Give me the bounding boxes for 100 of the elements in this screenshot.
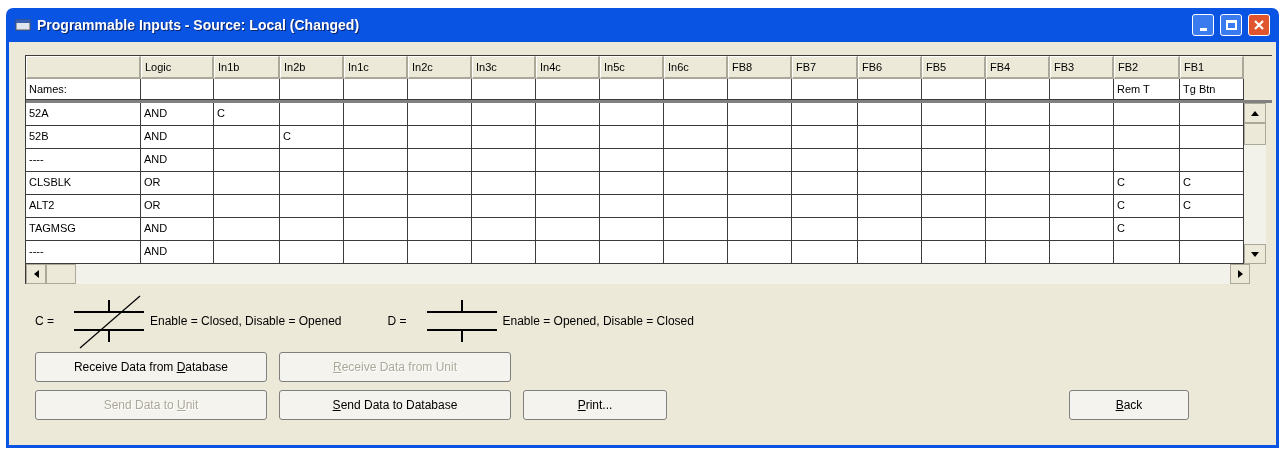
row-name[interactable]: ALT2 bbox=[26, 195, 141, 218]
table-cell[interactable] bbox=[280, 149, 344, 172]
table-cell[interactable] bbox=[344, 103, 408, 126]
table-cell[interactable] bbox=[600, 218, 664, 241]
table-cell[interactable] bbox=[858, 241, 922, 264]
table-cell[interactable] bbox=[792, 79, 858, 100]
table-cell[interactable]: AND bbox=[141, 241, 214, 264]
table-cell[interactable] bbox=[922, 79, 986, 100]
table-cell[interactable]: C bbox=[1180, 195, 1244, 218]
row-name[interactable]: ---- bbox=[26, 241, 141, 264]
table-cell[interactable] bbox=[536, 149, 600, 172]
table-cell[interactable] bbox=[858, 218, 922, 241]
table-cell[interactable] bbox=[728, 218, 792, 241]
row-name[interactable]: 52A bbox=[26, 103, 141, 126]
table-cell[interactable] bbox=[536, 241, 600, 264]
scroll-thumb[interactable] bbox=[46, 264, 76, 284]
table-cell[interactable] bbox=[600, 103, 664, 126]
table-cell[interactable] bbox=[280, 172, 344, 195]
table-cell[interactable] bbox=[1180, 218, 1244, 241]
table-cell[interactable] bbox=[536, 195, 600, 218]
table-cell[interactable] bbox=[600, 79, 664, 100]
table-cell[interactable] bbox=[408, 126, 472, 149]
table-cell[interactable] bbox=[408, 218, 472, 241]
table-cell[interactable] bbox=[344, 241, 408, 264]
table-cell[interactable] bbox=[1114, 241, 1180, 264]
row-label[interactable]: Names: bbox=[26, 79, 141, 100]
table-cell[interactable] bbox=[472, 172, 536, 195]
command-button[interactable]: Back bbox=[1069, 390, 1189, 420]
table-cell[interactable] bbox=[728, 79, 792, 100]
command-button[interactable]: Send Data to Database bbox=[279, 390, 511, 420]
table-cell[interactable] bbox=[600, 149, 664, 172]
table-cell[interactable]: AND bbox=[141, 103, 214, 126]
table-cell[interactable] bbox=[472, 218, 536, 241]
table-cell[interactable] bbox=[280, 241, 344, 264]
table-cell[interactable] bbox=[408, 195, 472, 218]
table-cell[interactable]: C bbox=[280, 126, 344, 149]
table-cell[interactable] bbox=[344, 149, 408, 172]
table-cell[interactable] bbox=[922, 218, 986, 241]
table-cell[interactable] bbox=[214, 149, 280, 172]
table-cell[interactable] bbox=[792, 172, 858, 195]
table-cell[interactable] bbox=[1050, 218, 1114, 241]
table-cell[interactable] bbox=[1180, 126, 1244, 149]
table-cell[interactable] bbox=[1114, 149, 1180, 172]
table-cell[interactable] bbox=[472, 126, 536, 149]
table-cell[interactable]: C bbox=[1114, 218, 1180, 241]
table-cell[interactable] bbox=[664, 103, 728, 126]
table-cell[interactable] bbox=[408, 172, 472, 195]
table-cell[interactable] bbox=[922, 126, 986, 149]
command-button[interactable]: Print... bbox=[523, 390, 667, 420]
table-cell[interactable] bbox=[922, 172, 986, 195]
table-cell[interactable] bbox=[986, 126, 1050, 149]
table-cell[interactable] bbox=[280, 103, 344, 126]
table-cell[interactable]: OR bbox=[141, 195, 214, 218]
table-cell[interactable] bbox=[986, 79, 1050, 100]
table-cell[interactable]: AND bbox=[141, 126, 214, 149]
table-cell[interactable] bbox=[922, 103, 986, 126]
table-cell[interactable] bbox=[664, 172, 728, 195]
table-cell[interactable] bbox=[664, 149, 728, 172]
table-cell[interactable]: AND bbox=[141, 149, 214, 172]
table-cell[interactable] bbox=[280, 79, 344, 100]
table-cell[interactable] bbox=[141, 79, 214, 100]
table-cell[interactable] bbox=[600, 241, 664, 264]
table-cell[interactable] bbox=[664, 218, 728, 241]
table-cell[interactable] bbox=[536, 126, 600, 149]
table-cell[interactable]: OR bbox=[141, 172, 214, 195]
table-cell[interactable] bbox=[600, 126, 664, 149]
table-cell[interactable] bbox=[664, 79, 728, 100]
table-cell[interactable]: C bbox=[1114, 172, 1180, 195]
command-button[interactable]: Receive Data from Database bbox=[35, 352, 267, 382]
table-cell[interactable] bbox=[344, 172, 408, 195]
table-cell[interactable] bbox=[922, 195, 986, 218]
table-cell[interactable]: C bbox=[1114, 195, 1180, 218]
table-cell[interactable] bbox=[922, 241, 986, 264]
table-cell[interactable] bbox=[472, 79, 536, 100]
table-cell[interactable] bbox=[344, 218, 408, 241]
row-name[interactable]: 52B bbox=[26, 126, 141, 149]
table-cell[interactable] bbox=[728, 126, 792, 149]
row-name[interactable]: ---- bbox=[26, 149, 141, 172]
horizontal-scrollbar[interactable] bbox=[26, 264, 1272, 284]
table-cell[interactable] bbox=[344, 79, 408, 100]
table-cell[interactable] bbox=[214, 241, 280, 264]
table-cell[interactable] bbox=[214, 172, 280, 195]
table-cell[interactable] bbox=[858, 103, 922, 126]
table-cell[interactable] bbox=[728, 172, 792, 195]
table-cell[interactable] bbox=[472, 195, 536, 218]
table-cell[interactable] bbox=[792, 126, 858, 149]
table-cell[interactable] bbox=[1050, 103, 1114, 126]
table-cell[interactable] bbox=[214, 195, 280, 218]
table-cell[interactable]: AND bbox=[141, 218, 214, 241]
table-cell[interactable] bbox=[1050, 241, 1114, 264]
table-cell[interactable] bbox=[1180, 241, 1244, 264]
table-cell[interactable] bbox=[472, 149, 536, 172]
table-cell[interactable] bbox=[600, 172, 664, 195]
table-cell[interactable] bbox=[408, 241, 472, 264]
table-cell[interactable] bbox=[792, 149, 858, 172]
table-cell[interactable] bbox=[344, 126, 408, 149]
table-cell[interactable] bbox=[792, 241, 858, 264]
table-cell[interactable] bbox=[664, 195, 728, 218]
table-cell[interactable] bbox=[344, 195, 408, 218]
scroll-thumb[interactable] bbox=[1244, 123, 1266, 145]
